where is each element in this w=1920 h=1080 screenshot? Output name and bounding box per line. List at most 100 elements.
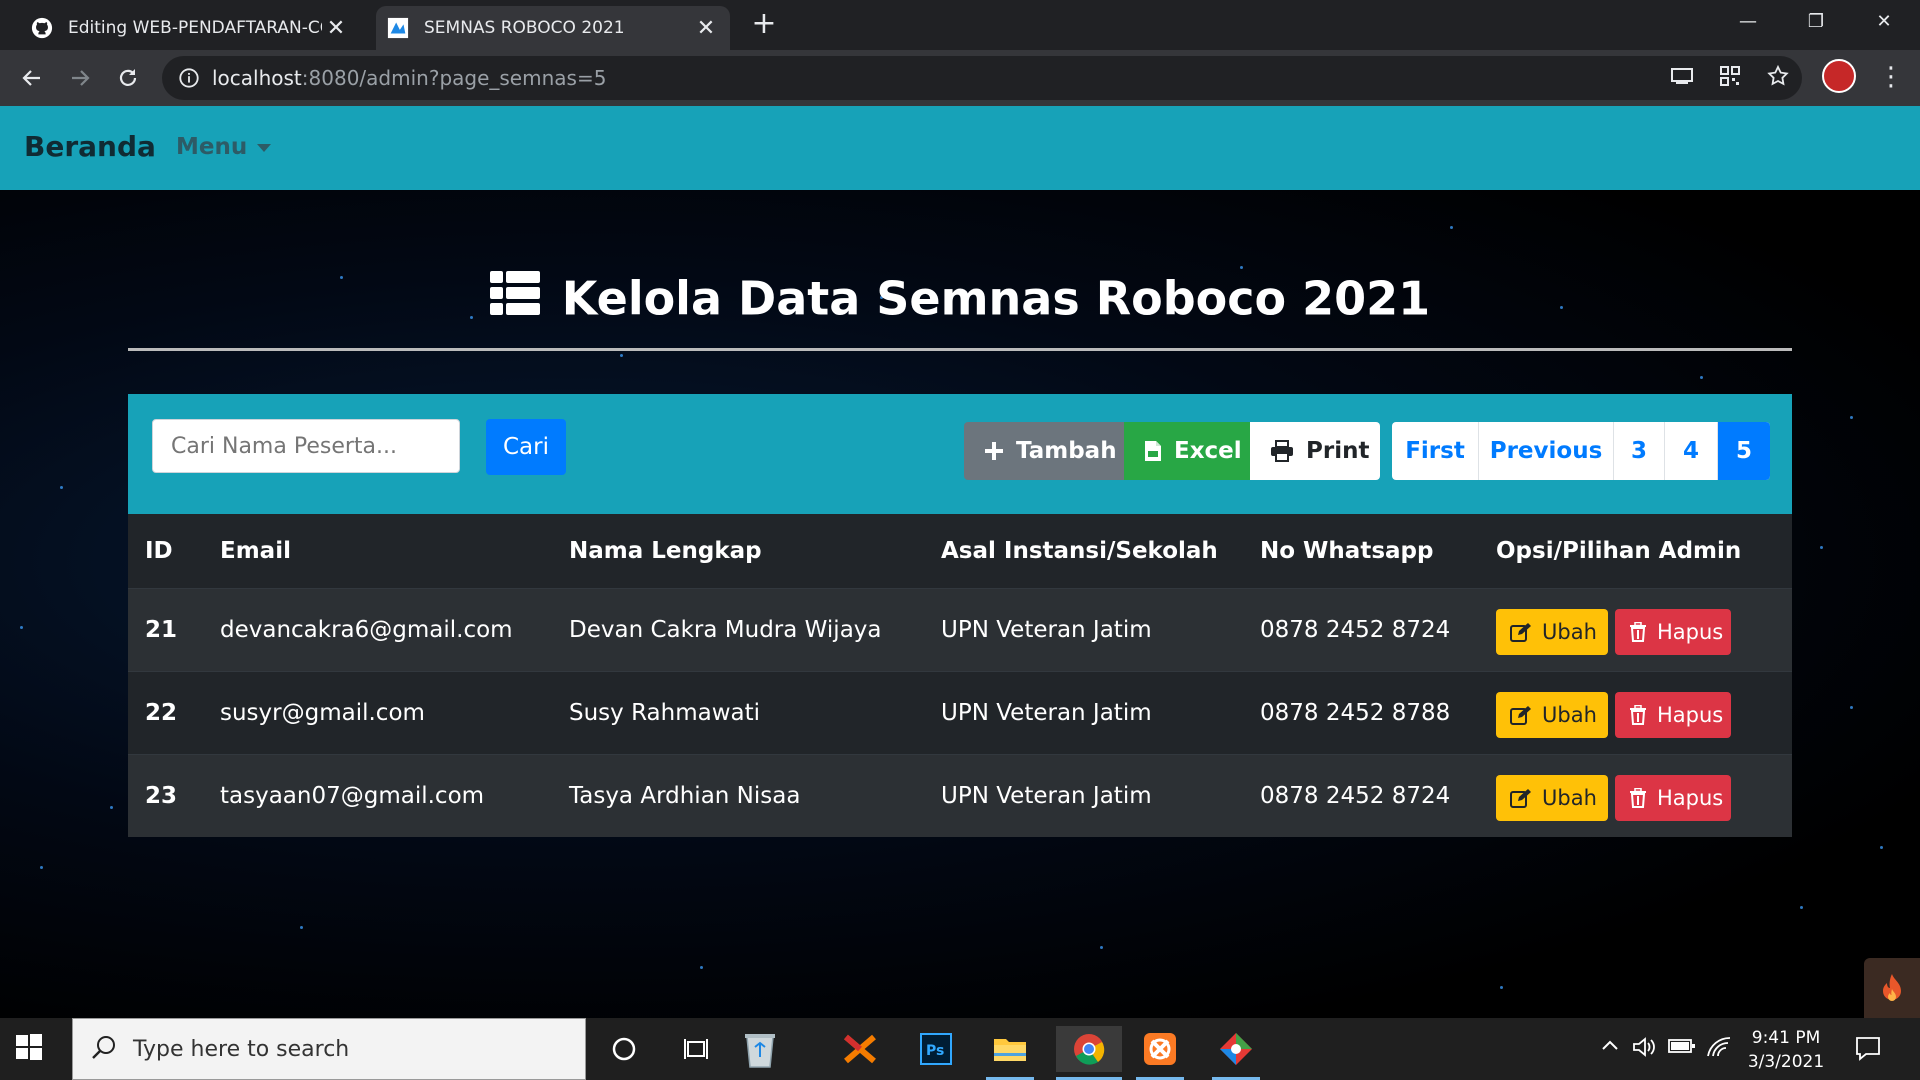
cell-id: 21	[145, 617, 178, 643]
recycle-bin-icon[interactable]	[732, 1026, 788, 1072]
page-title-text: Kelola Data Semnas Roboco 2021	[561, 271, 1431, 326]
ubah-label: Ubah	[1542, 620, 1597, 644]
tab-close-icon[interactable]: ✕	[692, 16, 720, 41]
cell-instansi: UPN Veteran Jatim	[941, 783, 1152, 809]
cast-icon[interactable]	[1668, 62, 1696, 90]
table-row: 23 tasyaan07@gmail.com Tasya Ardhian Nis…	[128, 754, 1792, 837]
ubah-button[interactable]: Ubah	[1496, 609, 1608, 655]
reload-icon[interactable]	[110, 60, 146, 96]
pagination-page-3[interactable]: 3	[1614, 422, 1665, 480]
volume-icon[interactable]	[1632, 1036, 1658, 1063]
excel-button[interactable]: Excel	[1124, 422, 1250, 480]
ubah-button[interactable]: Ubah	[1496, 692, 1608, 738]
tambah-label: Tambah	[1016, 438, 1117, 464]
cortana-icon[interactable]	[596, 1026, 652, 1072]
pagination-page-4[interactable]: 4	[1665, 422, 1718, 480]
header-opsi: Opsi/Pilihan Admin	[1496, 538, 1742, 564]
ubah-button[interactable]: Ubah	[1496, 775, 1608, 821]
search-input[interactable]	[152, 419, 460, 473]
tab-close-icon[interactable]: ✕	[322, 16, 350, 41]
back-icon[interactable]	[14, 60, 50, 96]
tray-chevron-up-icon[interactable]	[1600, 1036, 1620, 1061]
print-button[interactable]: Print	[1250, 422, 1380, 480]
profile-avatar[interactable]	[1822, 59, 1856, 93]
trash-icon	[1629, 788, 1647, 808]
ubah-label: Ubah	[1542, 786, 1597, 810]
new-tab-icon[interactable]: +	[748, 8, 780, 40]
file-explorer-icon[interactable]	[982, 1026, 1038, 1080]
header-nama: Nama Lengkap	[569, 538, 762, 564]
page-title: Kelola Data Semnas Roboco 2021	[0, 268, 1920, 326]
address-bar[interactable]: localhost:8080/admin?page_semnas=5	[162, 56, 1802, 100]
hapus-button[interactable]: Hapus	[1615, 775, 1731, 821]
pagination-first[interactable]: First	[1392, 422, 1479, 480]
navbar-menu-dropdown[interactable]: Menu	[176, 134, 272, 160]
wifi-icon[interactable]	[1706, 1036, 1732, 1063]
hapus-label: Hapus	[1657, 620, 1724, 644]
site-info-icon[interactable]	[178, 67, 200, 89]
tab-semnas-roboco[interactable]: SEMNAS ROBOCO 2021 ✕	[376, 6, 730, 50]
excel-label: Excel	[1174, 438, 1242, 464]
header-id: ID	[145, 538, 173, 564]
plus-icon	[984, 441, 1004, 461]
tambah-button[interactable]: Tambah	[964, 422, 1124, 480]
table-row: 21 devancakra6@gmail.com Devan Cakra Mud…	[128, 588, 1792, 671]
cell-instansi: UPN Veteran Jatim	[941, 617, 1152, 643]
edit-icon	[1510, 705, 1532, 725]
github-icon	[30, 16, 54, 40]
bookmark-star-icon[interactable]	[1764, 62, 1792, 90]
semnas-data-table: ID Email Nama Lengkap Asal Instansi/Seko…	[128, 514, 1792, 837]
roboco-favicon	[386, 16, 410, 40]
printer-icon	[1270, 440, 1294, 462]
search-button[interactable]: Cari	[486, 419, 566, 475]
xampp-control-icon[interactable]	[1132, 1026, 1188, 1080]
notification-center-icon[interactable]	[1854, 1034, 1884, 1064]
qr-code-icon[interactable]	[1716, 62, 1744, 90]
window-close-icon[interactable]: ✕	[1854, 0, 1914, 44]
header-email: Email	[220, 538, 291, 564]
cell-whatsapp: 0878 2452 8724	[1260, 617, 1451, 643]
chrome-taskbar-icon[interactable]	[1056, 1026, 1122, 1080]
toolbar-panel: Cari Tambah Excel Print First Previous 3…	[128, 394, 1792, 514]
cell-nama: Tasya Ardhian Nisaa	[569, 783, 801, 809]
git-tool-icon[interactable]	[1208, 1026, 1264, 1080]
top-navbar: Beranda Menu	[0, 106, 1920, 190]
cell-email: devancakra6@gmail.com	[220, 617, 513, 643]
cell-email: tasyaan07@gmail.com	[220, 783, 485, 809]
navbar-brand-beranda[interactable]: Beranda	[24, 130, 156, 163]
header-whatsapp: No Whatsapp	[1260, 538, 1434, 564]
restore-icon[interactable]: ❐	[1786, 0, 1846, 44]
battery-icon[interactable]	[1668, 1036, 1696, 1061]
trash-icon	[1629, 705, 1647, 725]
task-view-icon[interactable]	[668, 1026, 724, 1072]
cell-email: susyr@gmail.com	[220, 700, 425, 726]
browser-toolbar: localhost:8080/admin?page_semnas=5 ⋮	[0, 50, 1920, 106]
forward-icon[interactable]	[62, 60, 98, 96]
tab-github-editing[interactable]: Editing WEB-PENDAFTARAN-COI ✕	[20, 6, 360, 50]
cell-id: 22	[145, 700, 178, 726]
edit-icon	[1510, 622, 1532, 642]
cell-nama: Susy Rahmawati	[569, 700, 761, 726]
xampp-x-icon[interactable]	[832, 1026, 888, 1072]
tab-title: SEMNAS ROBOCO 2021	[424, 18, 625, 38]
hapus-label: Hapus	[1657, 703, 1724, 727]
minimize-icon[interactable]: —	[1718, 0, 1778, 44]
pagination-previous[interactable]: Previous	[1479, 422, 1614, 480]
taskbar-search-box[interactable]: Type here to search	[72, 1018, 586, 1080]
action-button-group: Tambah Excel Print	[964, 422, 1380, 480]
hapus-button[interactable]: Hapus	[1615, 609, 1731, 655]
fire-icon[interactable]	[1864, 958, 1920, 1018]
pagination: First Previous 3 4 5	[1392, 422, 1770, 480]
hapus-button[interactable]: Hapus	[1615, 692, 1731, 738]
edit-icon	[1510, 788, 1532, 808]
list-icon	[489, 271, 540, 326]
photoshop-icon[interactable]: Ps	[908, 1026, 964, 1072]
browser-menu-icon[interactable]: ⋮	[1878, 60, 1904, 94]
windows-start-icon[interactable]	[14, 1032, 48, 1066]
table-header-row: ID Email Nama Lengkap Asal Instansi/Seko…	[128, 514, 1792, 588]
header-instansi: Asal Instansi/Sekolah	[941, 538, 1218, 564]
clock-time: 9:41 PM	[1751, 1028, 1821, 1048]
page-content: Beranda Menu Kelola Data Semnas Roboco 2…	[0, 106, 1920, 1018]
taskbar-clock[interactable]: 9:41 PM 3/3/2021	[1740, 1026, 1832, 1074]
pagination-page-5-current[interactable]: 5	[1718, 422, 1770, 480]
